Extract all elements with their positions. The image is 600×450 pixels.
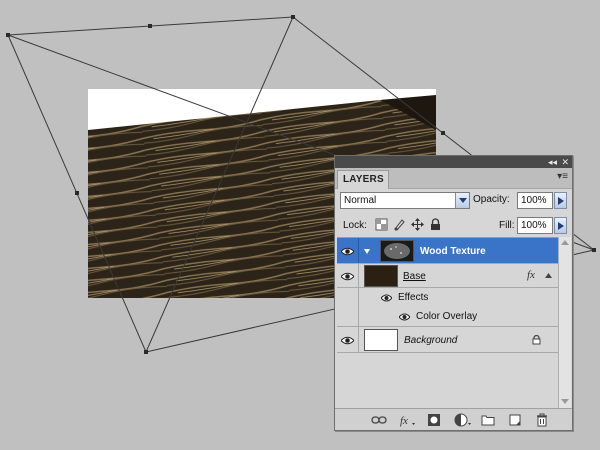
lock-transparent-pixels-icon[interactable] — [375, 218, 388, 231]
layers-panel: ◂◂ ✕ LAYERS ▾≡ Normal Opacity: 100% Lock… — [334, 155, 573, 431]
base-layer-thumbnail — [364, 265, 398, 287]
layer-row-wood-texture[interactable]: Wood Texture — [337, 238, 558, 264]
mask-icon[interactable] — [427, 413, 441, 427]
handle-top-left[interactable] — [6, 33, 10, 37]
layer-list: Wood Texture Base fx Effects Color Overl… — [337, 237, 558, 409]
layer-name: Background — [404, 335, 458, 346]
visibility-toggle[interactable] — [337, 264, 359, 287]
background-layer-thumbnail — [364, 329, 398, 351]
handle-left-mid[interactable] — [75, 191, 79, 195]
fill-slider-arrow-icon[interactable] — [554, 217, 567, 234]
folder-icon[interactable] — [481, 413, 495, 427]
handle-top-right[interactable] — [291, 15, 295, 19]
link-icon[interactable] — [371, 413, 387, 427]
lock-label: Lock: — [343, 220, 367, 231]
scroll-up-icon[interactable] — [561, 240, 569, 245]
eye-icon[interactable] — [341, 336, 354, 345]
opacity-input[interactable]: 100% — [517, 192, 553, 209]
effects-row[interactable]: Effects — [337, 288, 558, 307]
overlay-spacer — [337, 307, 359, 326]
layer-name: Base — [403, 271, 426, 282]
collapse-panel-button[interactable]: ◂◂ — [548, 157, 557, 167]
lock-icon — [532, 335, 541, 345]
scroll-down-icon[interactable] — [561, 399, 569, 404]
fill-label: Fill: — [499, 220, 515, 231]
eye-icon[interactable] — [341, 247, 354, 256]
handle-right-bottom[interactable] — [592, 248, 596, 252]
visibility-toggle[interactable] — [337, 238, 359, 263]
lock-image-pixels-icon[interactable] — [393, 218, 406, 231]
trash-icon[interactable] — [535, 413, 549, 427]
panel-titlebar[interactable]: ◂◂ ✕ — [335, 156, 572, 168]
layer-name: Wood Texture — [420, 246, 486, 257]
expand-effects-icon[interactable] — [545, 273, 552, 278]
lock-position-icon[interactable] — [411, 218, 424, 231]
opacity-slider-arrow-icon[interactable] — [554, 192, 567, 209]
panel-menu-icon[interactable]: ▾≡ — [557, 171, 568, 182]
eye-icon[interactable] — [399, 313, 410, 321]
blend-mode-select[interactable]: Normal — [340, 192, 470, 209]
tab-layers[interactable]: LAYERS — [337, 170, 389, 189]
color-overlay-row[interactable]: Color Overlay — [337, 307, 558, 327]
panel-tab-row: LAYERS ▾≡ — [335, 168, 572, 189]
handle-right-mid[interactable] — [441, 131, 445, 135]
eye-icon[interactable] — [341, 272, 354, 281]
lock-all-icon[interactable] — [429, 218, 442, 231]
layer-link-chain-icon — [364, 249, 370, 254]
handle-bottom-left[interactable] — [144, 350, 148, 354]
fill-input[interactable]: 100% — [517, 217, 553, 234]
svg-text:fx: fx — [400, 415, 408, 427]
adjustment-icon[interactable] — [454, 413, 472, 427]
chevron-down-icon[interactable] — [455, 193, 469, 208]
layer-row-background[interactable]: Background — [337, 327, 558, 353]
color-overlay-label: Color Overlay — [416, 311, 478, 322]
handle-top-mid[interactable] — [148, 24, 152, 28]
fx-icon[interactable]: fx — [399, 413, 417, 427]
eye-icon[interactable] — [381, 294, 392, 302]
close-panel-button[interactable]: ✕ — [561, 157, 569, 167]
blend-mode-value: Normal — [344, 195, 377, 206]
wood-texture-thumbnail — [380, 240, 414, 262]
visibility-toggle[interactable] — [337, 327, 359, 352]
layers-bottom-toolbar: fx — [335, 408, 572, 430]
effects-label: Effects — [398, 292, 429, 303]
opacity-label: Opacity: — [473, 194, 510, 205]
layer-row-base[interactable]: Base fx — [337, 264, 558, 288]
layer-list-scrollbar[interactable] — [558, 237, 571, 409]
new-layer-icon[interactable] — [508, 413, 522, 427]
effects-spacer — [337, 288, 359, 307]
fx-icon[interactable]: fx — [527, 269, 535, 281]
